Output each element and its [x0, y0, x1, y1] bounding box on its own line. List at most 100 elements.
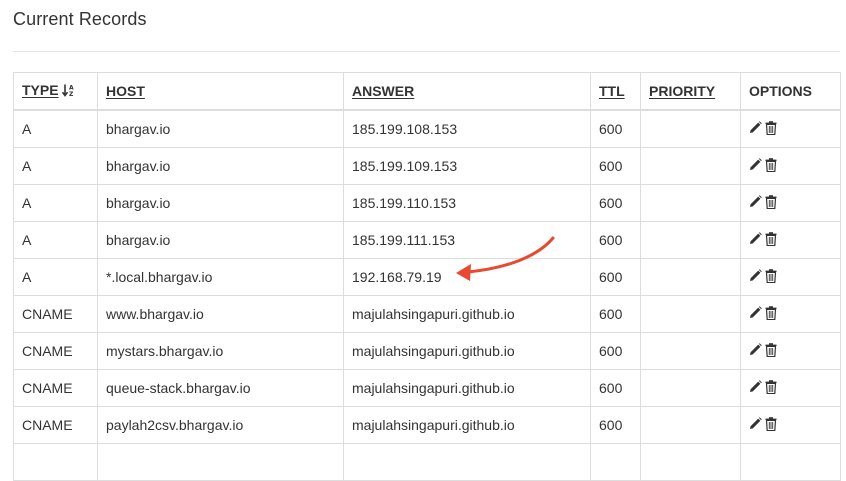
column-header-options-label: OPTIONS — [749, 83, 813, 99]
cell-ttl: 600 — [590, 295, 641, 333]
sort-alpha-down-icon[interactable]: AZ — [61, 84, 76, 100]
trash-icon[interactable] — [765, 269, 777, 286]
cell-priority — [640, 258, 741, 296]
column-header-host[interactable]: HOST — [97, 72, 344, 111]
pencil-icon[interactable] — [749, 343, 762, 359]
cell-answer: 192.168.79.19 — [343, 258, 591, 296]
cell-host: bhargav.io — [97, 184, 344, 222]
records-table: TYPE A Z HOST ANSWER TTL PRIORITY OPTIONS … — [13, 72, 841, 481]
cell-ttl: 600 — [590, 369, 641, 407]
cell-options — [740, 184, 841, 222]
cell-type: CNAME — [13, 369, 98, 407]
column-header-ttl[interactable]: TTL — [590, 72, 641, 111]
trash-icon[interactable] — [765, 121, 777, 138]
pencil-icon[interactable] — [749, 380, 762, 396]
column-header-priority-label: PRIORITY — [649, 83, 716, 99]
cell-type: A — [13, 258, 98, 296]
cell-type: A — [13, 184, 98, 222]
cell-ttl: 600 — [590, 332, 641, 370]
pencil-icon[interactable] — [749, 232, 762, 248]
column-header-type[interactable]: TYPE A Z — [13, 72, 98, 111]
table-header-row: TYPE A Z HOST ANSWER TTL PRIORITY OPTIONS — [13, 72, 841, 111]
pencil-icon[interactable] — [749, 417, 762, 433]
trash-icon[interactable] — [765, 158, 777, 175]
table-row: A *.local.bhargav.io 192.168.79.19 600 — [13, 258, 841, 296]
cell-options — [740, 147, 841, 185]
cell-host — [97, 443, 344, 481]
cell-options — [740, 258, 841, 296]
cell-host: bhargav.io — [97, 221, 344, 259]
cell-ttl: 600 — [590, 184, 641, 222]
page-title: Current Records — [13, 9, 147, 29]
pencil-icon[interactable] — [749, 121, 762, 137]
column-header-ttl-label: TTL — [599, 83, 625, 99]
cell-priority — [640, 109, 741, 148]
cell-answer: majulahsingapuri.github.io — [343, 332, 591, 370]
table-row: CNAME queue-stack.bhargav.io majulahsingap… — [13, 369, 841, 407]
table-row: CNAME www.bhargav.io majulahsingapuri.gith… — [13, 295, 841, 333]
trash-icon[interactable] — [765, 195, 777, 212]
cell-type: A — [13, 221, 98, 259]
trash-icon[interactable] — [765, 306, 777, 323]
cell-host: www.bhargav.io — [97, 295, 344, 333]
cell-answer: 185.199.108.153 — [343, 109, 591, 148]
cell-priority — [640, 369, 741, 407]
cell-answer: majulahsingapuri.github.io — [343, 406, 591, 444]
cell-type: A — [13, 147, 98, 185]
table-row: Abhargav.io 185.199.111.153 600 — [13, 221, 841, 259]
table-row: Abhargav.io 185.199.109.153 600 — [13, 147, 841, 185]
cell-options — [740, 443, 841, 481]
trash-icon[interactable] — [765, 232, 777, 249]
table-row: CNAME paylah2csv.bhargav.io majulahsingapu… — [13, 406, 841, 444]
cell-options — [740, 109, 841, 148]
cell-options — [740, 295, 841, 333]
trash-icon[interactable] — [765, 343, 777, 360]
cell-type: CNAME — [13, 295, 98, 333]
cell-type: CNAME — [13, 406, 98, 444]
cell-answer — [343, 443, 591, 481]
cell-priority — [640, 184, 741, 222]
trash-icon[interactable] — [765, 417, 777, 434]
column-header-host-label: HOST — [106, 83, 145, 99]
cell-host: bhargav.io — [97, 147, 344, 185]
pencil-icon[interactable] — [749, 158, 762, 174]
cell-type: A — [13, 109, 98, 148]
pencil-icon[interactable] — [749, 306, 762, 322]
pencil-icon[interactable] — [749, 195, 762, 211]
cell-ttl: 600 — [590, 221, 641, 259]
cell-host: bhargav.io — [97, 109, 344, 148]
cell-host: queue-stack.bhargav.io — [97, 369, 344, 407]
cell-options — [740, 221, 841, 259]
column-header-type-label: TYPE — [22, 82, 59, 98]
column-header-answer-label: ANSWER — [352, 83, 415, 99]
table-row — [13, 443, 841, 481]
column-header-options: OPTIONS — [740, 72, 841, 111]
cell-priority — [640, 406, 741, 444]
table-row: Abhargav.io 185.199.108.153 600 — [13, 109, 841, 148]
cell-ttl: 600 — [590, 258, 641, 296]
cell-type: CNAME — [13, 332, 98, 370]
pencil-icon[interactable] — [749, 269, 762, 285]
cell-priority — [640, 443, 741, 481]
cell-priority — [640, 221, 741, 259]
cell-host: mystars.bhargav.io — [97, 332, 344, 370]
cell-options — [740, 406, 841, 444]
cell-host: *.local.bhargav.io — [97, 258, 344, 296]
cell-ttl: 600 — [590, 147, 641, 185]
column-header-answer[interactable]: ANSWER — [343, 72, 591, 111]
cell-type — [13, 443, 98, 481]
cell-answer: 185.199.111.153 — [343, 221, 591, 259]
cell-host: paylah2csv.bhargav.io — [97, 406, 344, 444]
cell-ttl: 600 — [590, 109, 641, 148]
table-row: CNAME mystars.bhargav.io majulahsingapuri.… — [13, 332, 841, 370]
column-header-priority[interactable]: PRIORITY — [640, 72, 741, 111]
cell-options — [740, 369, 841, 407]
divider — [13, 51, 840, 52]
trash-icon[interactable] — [765, 380, 777, 397]
cell-answer: 185.199.109.153 — [343, 147, 591, 185]
table-row: Abhargav.io 185.199.110.153 600 — [13, 184, 841, 222]
cell-ttl: 600 — [590, 406, 641, 444]
cell-ttl — [590, 443, 641, 481]
cell-options — [740, 332, 841, 370]
cell-answer: 185.199.110.153 — [343, 184, 591, 222]
